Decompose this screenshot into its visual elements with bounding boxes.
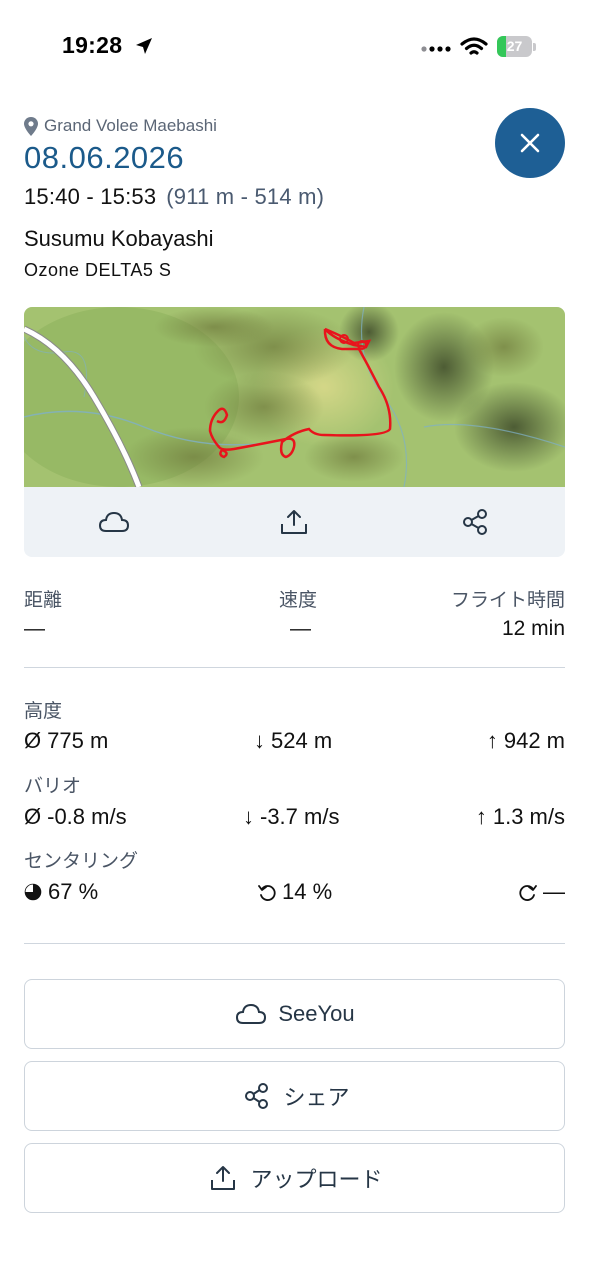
share-icon bbox=[245, 1083, 269, 1109]
altitude-range: (911 m - 514 m) bbox=[166, 184, 325, 209]
flight-time-label: フライト時間 bbox=[450, 590, 565, 611]
takeoff-place-label: Grand Volee Maebashi bbox=[44, 116, 217, 135]
vario-average: Ø -0.8 m/s bbox=[24, 804, 127, 830]
altitude-average: Ø 775 m bbox=[24, 728, 108, 754]
upload-icon bbox=[281, 510, 308, 534]
arrow-up-icon: ↑ bbox=[475, 804, 487, 829]
centering-total: 67 % bbox=[24, 879, 98, 905]
battery-tip bbox=[533, 43, 536, 51]
flight-track-map[interactable] bbox=[24, 307, 565, 487]
average-icon: Ø bbox=[24, 728, 42, 753]
flight-date: 08.06.2026 bbox=[24, 140, 185, 175]
map-action-bar bbox=[24, 487, 565, 557]
map-seeyou-button[interactable] bbox=[24, 487, 204, 557]
upload-button-label: アップロード bbox=[250, 1167, 383, 1192]
cellular-signal-icon bbox=[421, 46, 451, 52]
centering-right: — bbox=[519, 879, 565, 905]
battery-body: 27 bbox=[497, 36, 532, 57]
speed-value: — bbox=[290, 617, 311, 640]
flight-times: 15:40 - 15:53 (911 m - 514 m) bbox=[24, 184, 324, 210]
rotate-right-icon bbox=[519, 885, 537, 901]
centering-total-value: 67 % bbox=[48, 879, 99, 904]
glider-name: Ozone DELTA5 S bbox=[24, 260, 172, 280]
share-icon bbox=[462, 509, 487, 535]
flight-map-card bbox=[24, 307, 565, 557]
vario-min: ↓ -3.7 m/s bbox=[243, 804, 339, 830]
upload-button[interactable]: アップロード bbox=[24, 1143, 565, 1213]
altitude-min: ↓ 524 m bbox=[254, 728, 332, 754]
distance-value: — bbox=[24, 617, 45, 640]
pie-chart-icon bbox=[24, 883, 42, 901]
seeyou-button-label: SeeYou bbox=[278, 1001, 355, 1026]
pilot-name: Susumu Kobayashi bbox=[24, 226, 214, 251]
share-button-label: シェア bbox=[283, 1085, 350, 1110]
altitude-label: 高度 bbox=[24, 701, 63, 722]
upload-icon bbox=[211, 1166, 236, 1190]
map-pin-icon bbox=[24, 116, 38, 136]
rotate-left-icon bbox=[258, 885, 276, 901]
centering-left-value: 14 % bbox=[282, 879, 333, 904]
close-button[interactable] bbox=[495, 108, 565, 178]
cloud-icon bbox=[99, 511, 130, 532]
centering-left: 14 % bbox=[258, 879, 332, 905]
cloud-icon bbox=[236, 1003, 267, 1024]
average-icon: Ø bbox=[24, 804, 42, 829]
vario-min-value: -3.7 m/s bbox=[260, 804, 340, 829]
arrow-down-icon: ↓ bbox=[254, 728, 265, 753]
map-share-button[interactable] bbox=[385, 487, 565, 557]
flight-time-value: 12 min bbox=[501, 617, 565, 640]
battery-percent: 27 bbox=[506, 38, 523, 54]
altitude-average-value: 775 m bbox=[47, 728, 109, 753]
speed-label: 速度 bbox=[279, 590, 318, 611]
divider bbox=[24, 943, 565, 944]
divider bbox=[24, 667, 565, 668]
location-arrow-icon bbox=[136, 38, 152, 54]
distance-label: 距離 bbox=[24, 590, 63, 611]
altitude-min-value: 524 m bbox=[271, 728, 333, 753]
time-range: 15:40 - 15:53 bbox=[24, 184, 157, 209]
vario-label: バリオ bbox=[24, 776, 82, 797]
share-button[interactable]: シェア bbox=[24, 1061, 565, 1131]
vario-max: ↑ 1.3 m/s bbox=[476, 804, 565, 830]
vario-average-value: -0.8 m/s bbox=[47, 804, 127, 829]
battery-indicator: 27 bbox=[497, 36, 537, 58]
vario-max-value: 1.3 m/s bbox=[492, 804, 565, 829]
takeoff-place: Grand Volee Maebashi bbox=[24, 116, 217, 136]
centering-right-value: — bbox=[543, 879, 565, 904]
status-bar: 19:28 27 bbox=[0, 0, 589, 96]
seeyou-button[interactable]: SeeYou bbox=[24, 979, 565, 1049]
wifi-icon bbox=[460, 37, 488, 55]
map-upload-button[interactable] bbox=[204, 487, 384, 557]
altitude-max-value: 942 m bbox=[503, 728, 565, 753]
centering-label: センタリング bbox=[24, 851, 139, 872]
altitude-max: ↑ 942 m bbox=[487, 728, 565, 754]
arrow-up-icon: ↑ bbox=[486, 728, 498, 753]
arrow-down-icon: ↓ bbox=[243, 804, 254, 829]
close-icon bbox=[520, 133, 540, 153]
status-time: 19:28 bbox=[62, 32, 123, 58]
